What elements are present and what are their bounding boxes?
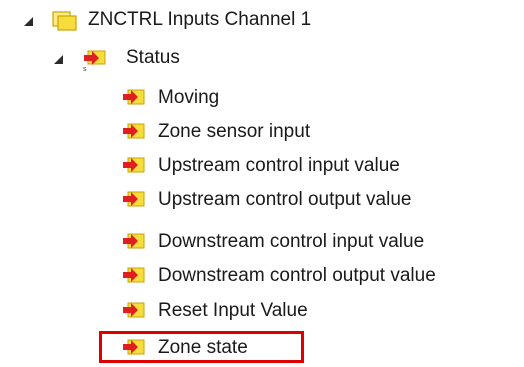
input-group-icon (52, 10, 78, 38)
tree-item-label: Moving (158, 87, 220, 108)
tree-node-status-label: Status (126, 47, 180, 68)
input-variable-icon (122, 122, 146, 148)
input-variable-icon (122, 301, 146, 327)
tree-item-label: Downstream control output value (158, 265, 436, 286)
tree-item-label: Downstream control input value (158, 231, 425, 252)
tree-item-label: Zone sensor input (158, 121, 311, 142)
tree-item-reset-input-value[interactable]: Reset Input Value (0, 293, 524, 329)
tree-item-moving[interactable]: Moving (0, 80, 524, 116)
tree-node-status[interactable]: s Status (0, 40, 524, 76)
input-variable-icon (122, 266, 146, 292)
tree-item-label: Upstream control output value (158, 189, 412, 210)
input-variable-icon (122, 156, 146, 182)
collapse-arrow-icon[interactable] (54, 55, 63, 64)
tree-item-upstream-control-input-value[interactable]: Upstream control input value (0, 148, 524, 184)
tree-item-downstream-control-input-value[interactable]: Downstream control input value (0, 224, 524, 260)
input-variable-icon (122, 88, 146, 114)
tree-item-label: Reset Input Value (158, 300, 308, 321)
tree-item-upstream-control-output-value[interactable]: Upstream control output value (0, 182, 524, 218)
tree-item-label: Upstream control input value (158, 155, 400, 176)
tree-node-root-label: ZNCTRL Inputs Channel 1 (88, 9, 312, 30)
tree-item-downstream-control-output-value[interactable]: Downstream control output value (0, 258, 524, 294)
input-variable-icon (122, 190, 146, 216)
tree-item-zone-sensor-input[interactable]: Zone sensor input (0, 114, 524, 150)
status-input-group-icon: s (82, 48, 108, 78)
svg-text:s: s (83, 65, 87, 72)
collapse-arrow-icon[interactable] (24, 17, 33, 26)
input-variable-icon (122, 232, 146, 258)
highlight-box (99, 331, 304, 363)
tree-node-root[interactable]: ZNCTRL Inputs Channel 1 (0, 2, 524, 38)
